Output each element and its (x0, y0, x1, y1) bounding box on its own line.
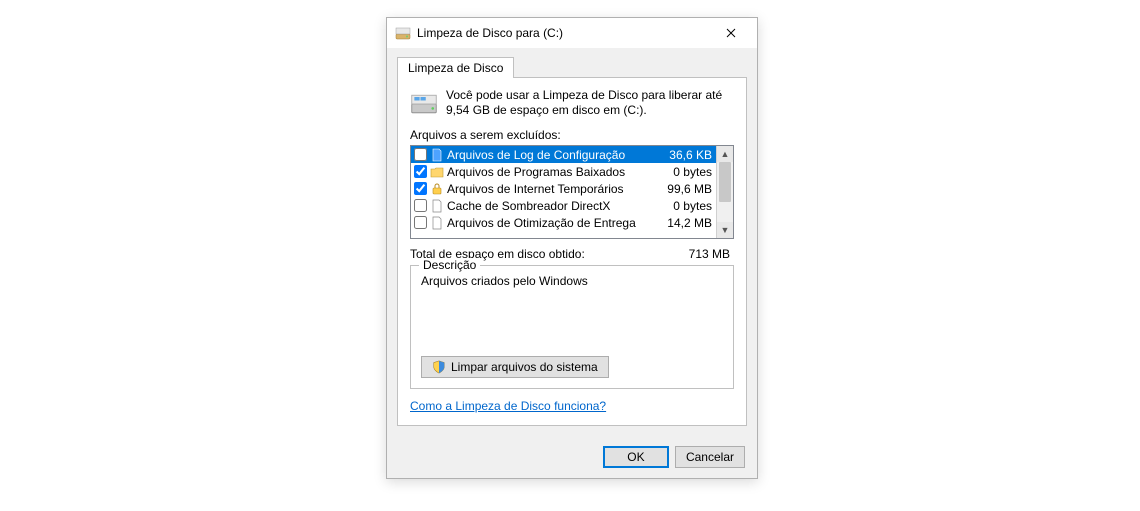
description-group: Descrição Arquivos criados pelo Windows … (410, 265, 734, 389)
file-white-icon (430, 216, 444, 230)
list-item-checkbox[interactable] (414, 216, 427, 229)
list-item-size: 0 bytes (673, 165, 712, 179)
list-item-checkbox[interactable] (414, 148, 427, 161)
folder-yellow-icon (430, 165, 444, 179)
help-link-row: Como a Limpeza de Disco funciona? (410, 399, 734, 413)
cancel-button[interactable]: Cancelar (675, 446, 745, 468)
titlebar: Limpeza de Disco para (C:) (387, 18, 757, 48)
drive-cleanup-icon (395, 25, 411, 41)
tab-panel: Você pode usar a Limpeza de Disco para l… (397, 77, 747, 426)
description-legend: Descrição (419, 258, 480, 272)
close-button[interactable] (711, 19, 751, 47)
dialog-body: Limpeza de Disco Você pode usar a Limpez… (387, 48, 757, 436)
ok-button[interactable]: OK (603, 446, 669, 468)
list-item-checkbox[interactable] (414, 182, 427, 195)
tabstrip: Limpeza de Disco (397, 57, 747, 78)
list-item-label: Cache de Sombreador DirectX (447, 199, 670, 213)
list-item-label: Arquivos de Otimização de Entrega (447, 216, 664, 230)
window-title: Limpeza de Disco para (C:) (417, 26, 711, 40)
description-text: Arquivos criados pelo Windows (421, 274, 723, 344)
list-item-checkbox[interactable] (414, 165, 427, 178)
lock-yellow-icon (430, 182, 444, 196)
list-item-size: 36,6 KB (669, 148, 712, 162)
clean-system-files-label: Limpar arquivos do sistema (451, 360, 598, 374)
file-list: Arquivos de Log de Configuração36,6 KBAr… (410, 145, 734, 239)
dialog-footer: OK Cancelar (387, 436, 757, 478)
tab-disk-cleanup[interactable]: Limpeza de Disco (397, 57, 514, 78)
file-blue-icon (430, 148, 444, 162)
scroll-track[interactable] (717, 162, 733, 222)
scroll-down-button[interactable]: ▼ (717, 222, 733, 238)
list-item-label: Arquivos de Log de Configuração (447, 148, 666, 162)
help-link[interactable]: Como a Limpeza de Disco funciona? (410, 399, 606, 413)
list-item[interactable]: Cache de Sombreador DirectX0 bytes (411, 197, 716, 214)
list-item-label: Arquivos de Internet Temporários (447, 182, 664, 196)
shield-icon (432, 360, 446, 374)
scroll-up-button[interactable]: ▲ (717, 146, 733, 162)
intro-text: Você pode usar a Limpeza de Disco para l… (446, 88, 734, 118)
list-item-size: 99,6 MB (667, 182, 712, 196)
scroll-thumb[interactable] (719, 162, 731, 202)
list-item-size: 0 bytes (673, 199, 712, 213)
total-value: 713 MB (689, 247, 730, 261)
files-to-delete-label: Arquivos a serem excluídos: (410, 128, 734, 142)
scrollbar[interactable]: ▲ ▼ (716, 146, 733, 238)
list-item[interactable]: Arquivos de Otimização de Entrega14,2 MB (411, 214, 716, 231)
list-item[interactable]: Arquivos de Internet Temporários99,6 MB (411, 180, 716, 197)
list-item-size: 14,2 MB (667, 216, 712, 230)
list-item-checkbox[interactable] (414, 199, 427, 212)
clean-system-files-button[interactable]: Limpar arquivos do sistema (421, 356, 609, 378)
drive-icon (410, 90, 438, 118)
list-item[interactable]: Arquivos de Programas Baixados0 bytes (411, 163, 716, 180)
file-white-icon (430, 199, 444, 213)
disk-cleanup-dialog: Limpeza de Disco para (C:) Limpeza de Di… (386, 17, 758, 479)
intro-row: Você pode usar a Limpeza de Disco para l… (410, 88, 734, 118)
list-item[interactable]: Arquivos de Log de Configuração36,6 KB (411, 146, 716, 163)
list-item-label: Arquivos de Programas Baixados (447, 165, 670, 179)
